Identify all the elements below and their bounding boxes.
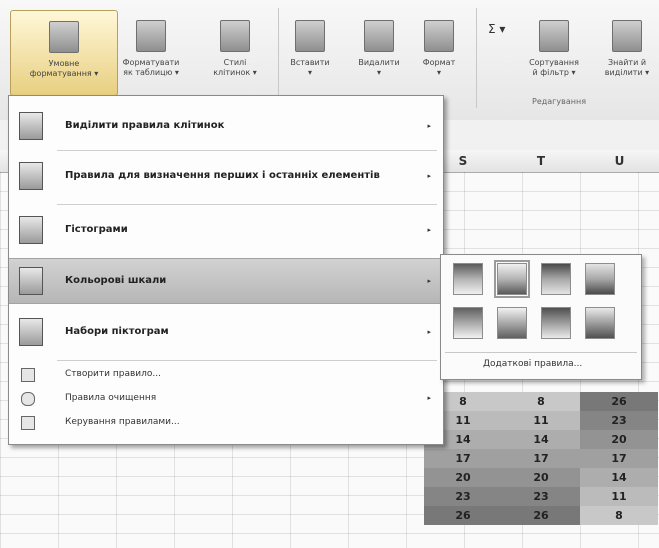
data-cell[interactable]: 20 — [424, 468, 502, 487]
submenu-arrow-icon: ▸ — [427, 277, 431, 285]
menu-item-color-scales[interactable]: Кольорові шкали ▸ — [9, 258, 441, 304]
conditional-formatting-button[interactable]: Умовне форматування ▾ — [10, 10, 118, 96]
format-label: Формат ▾ — [422, 58, 456, 77]
cell-styles-label: Стилі клітинок ▾ — [213, 58, 257, 77]
color-scale-swatch[interactable] — [453, 307, 483, 339]
menu-item-highlight-rules[interactable]: Виділити правила клітинок ▸ — [9, 104, 441, 148]
color-scale-swatch[interactable] — [497, 307, 527, 339]
insert-icon — [295, 20, 325, 52]
top-bottom-rules-icon — [19, 162, 43, 190]
ribbon-separator — [476, 8, 477, 108]
delete-label: Видалити ▾ — [358, 58, 400, 77]
color-scale-swatch[interactable] — [541, 263, 571, 295]
data-cell[interactable]: 17 — [502, 449, 580, 468]
column-header-t[interactable]: T — [502, 150, 581, 173]
data-cell[interactable]: 26 — [502, 506, 580, 525]
submenu-arrow-icon: ▸ — [427, 172, 431, 180]
color-scale-swatch[interactable] — [453, 263, 483, 295]
delete-icon — [364, 20, 394, 52]
cell-styles-button[interactable]: Стилі клітинок ▾ — [205, 20, 265, 94]
insert-label: Вставити ▾ — [290, 58, 330, 77]
menu-item-data-bars[interactable]: Гістограми ▸ — [9, 206, 441, 254]
find-select-label: Знайти й виділити ▾ — [604, 58, 650, 77]
submenu-arrow-icon: ▸ — [427, 122, 431, 130]
menu-item-label: Набори піктограм — [65, 326, 169, 337]
color-scale-swatch[interactable] — [585, 263, 615, 295]
menu-separator — [57, 360, 437, 361]
menu-separator — [57, 150, 437, 151]
menu-item-label: Керування правилами... — [65, 417, 180, 427]
delete-button[interactable]: Видалити ▾ — [354, 20, 404, 94]
menu-item-clear-rules[interactable]: Правила очищення ▸ — [9, 388, 441, 410]
color-scales-submenu: Додаткові правила... — [440, 254, 642, 380]
clear-rules-icon — [21, 392, 35, 406]
conditional-formatting-menu: Виділити правила клітинок ▸ Правила для … — [8, 95, 444, 445]
color-scale-swatch[interactable] — [494, 260, 530, 298]
menu-item-label: Створити правило... — [65, 369, 161, 379]
conditional-formatting-icon — [49, 21, 79, 53]
data-cell[interactable]: 8 — [580, 506, 658, 525]
icon-sets-icon — [19, 318, 43, 346]
data-cell[interactable]: 23 — [424, 487, 502, 506]
data-cell[interactable]: 26 — [424, 506, 502, 525]
data-cell[interactable]: 20 — [502, 468, 580, 487]
autosum-button[interactable]: Σ ▾ — [488, 20, 505, 38]
highlight-rules-icon — [19, 112, 43, 140]
data-cell[interactable]: 23 — [580, 411, 658, 430]
find-select-button[interactable]: Знайти й виділити ▾ — [598, 20, 656, 94]
menu-item-label: Правила для визначення перших і останніх… — [65, 170, 380, 181]
data-cell[interactable]: 14 — [502, 430, 580, 449]
find-select-icon — [612, 20, 642, 52]
data-cell[interactable]: 17 — [580, 449, 658, 468]
color-scales-icon — [19, 267, 43, 295]
sort-filter-icon — [539, 20, 569, 52]
format-icon — [424, 20, 454, 52]
data-cell[interactable]: 23 — [502, 487, 580, 506]
insert-button[interactable]: Вставити ▾ — [286, 20, 334, 94]
menu-item-label: Правила очищення — [65, 393, 157, 403]
sort-filter-label: Сортування й фільтр ▾ — [529, 58, 579, 77]
data-cell[interactable]: 11 — [580, 487, 658, 506]
color-scale-swatch[interactable] — [585, 307, 615, 339]
submenu-arrow-icon: ▸ — [427, 394, 431, 402]
menu-item-label: Кольорові шкали — [65, 275, 167, 286]
editing-group-label: Редагування — [532, 97, 587, 106]
data-cell[interactable]: 17 — [424, 449, 502, 468]
menu-item-top-bottom-rules[interactable]: Правила для визначення перших і останніх… — [9, 152, 441, 202]
data-cell[interactable]: 26 — [580, 392, 658, 411]
conditional-formatting-label: Умовне форматування ▾ — [29, 59, 99, 78]
data-bars-icon — [19, 216, 43, 244]
menu-item-label: Гістограми — [65, 224, 128, 235]
column-header-u[interactable]: U — [580, 150, 659, 173]
submenu-arrow-icon: ▸ — [427, 328, 431, 336]
menu-item-label: Виділити правила клітинок — [65, 120, 225, 131]
data-cell[interactable]: 20 — [580, 430, 658, 449]
menu-separator — [57, 204, 437, 205]
format-as-table-button[interactable]: Форматувати як таблицю ▾ — [118, 20, 184, 94]
color-scale-swatch[interactable] — [541, 307, 571, 339]
new-rule-icon — [21, 368, 35, 382]
sort-filter-button[interactable]: Сортування й фільтр ▾ — [522, 20, 586, 94]
data-cell[interactable]: 8 — [502, 392, 580, 411]
data-cell[interactable]: 14 — [580, 468, 658, 487]
cell-styles-icon — [220, 20, 250, 52]
format-button[interactable]: Формат ▾ — [414, 20, 464, 94]
submenu-separator — [445, 352, 637, 353]
menu-item-new-rule[interactable]: Створити правило... — [9, 364, 441, 386]
more-rules-link[interactable]: Додаткові правила... — [483, 359, 582, 369]
menu-item-icon-sets[interactable]: Набори піктограм ▸ — [9, 308, 441, 356]
menu-item-manage-rules[interactable]: Керування правилами... — [9, 412, 441, 434]
data-cell[interactable]: 11 — [502, 411, 580, 430]
submenu-arrow-icon: ▸ — [427, 226, 431, 234]
ribbon-separator — [278, 8, 279, 108]
format-as-table-label: Форматувати як таблицю ▾ — [122, 58, 180, 77]
format-as-table-icon — [136, 20, 166, 52]
manage-rules-icon — [21, 416, 35, 430]
